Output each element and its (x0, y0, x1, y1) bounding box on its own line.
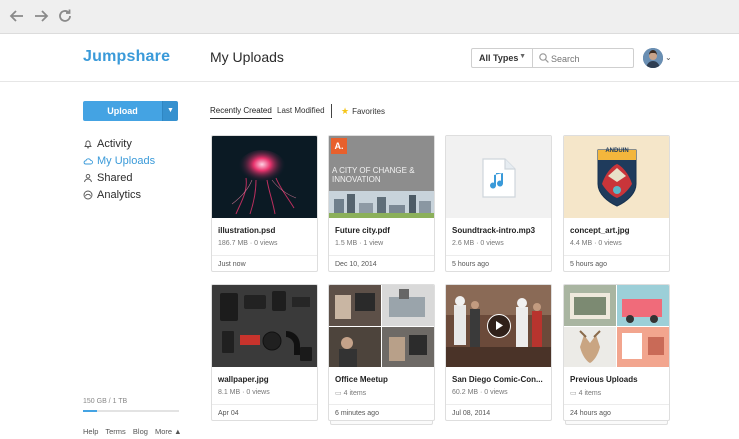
sidebar-item-label: Activity (97, 138, 132, 150)
upload-options-button[interactable]: ▼ (162, 101, 178, 121)
thumbnail-badge: A. (331, 138, 347, 154)
folder-meta: ▭ 4 items (570, 389, 601, 397)
search-input[interactable] (551, 52, 631, 65)
folder-thumbnail (329, 285, 434, 367)
folder-item-count: 4 items (578, 390, 602, 397)
more-link[interactable]: More ▲ (155, 427, 182, 436)
tab-divider (331, 104, 332, 118)
upload-button[interactable]: Upload (83, 101, 162, 121)
file-meta: 186.7 MB · 0 views (218, 240, 278, 247)
file-thumbnail (446, 136, 551, 218)
thumbnail-text: A CITY OF CHANGE & INNOVATION (332, 166, 415, 184)
file-thumbnail (446, 285, 551, 367)
sidebar-item-label: My Uploads (97, 155, 156, 167)
page-title: My Uploads (210, 49, 284, 65)
folder-name: Office Meetup (335, 375, 388, 384)
tab-favorites-label: Favorites (352, 107, 385, 116)
help-link[interactable]: Help (83, 427, 98, 436)
blog-link[interactable]: Blog (133, 427, 148, 436)
folder-icon: ▭ (570, 390, 577, 397)
file-meta: 8.1 MB · 0 views (218, 389, 270, 396)
file-time: 24 hours ago (564, 404, 669, 420)
chevron-down-icon: ▼ (519, 53, 526, 60)
type-filter-label: All Types (479, 53, 519, 63)
badge-text: ANDUIN (605, 148, 629, 154)
chevron-down-icon[interactable]: ⌄ (665, 53, 672, 62)
app-logo[interactable]: Jumpshare (83, 48, 170, 66)
folder-thumbnail (564, 285, 669, 367)
arrow-right-icon[interactable] (32, 8, 50, 26)
folder-meta: ▭ 4 items (335, 389, 366, 397)
file-name: Future city.pdf (335, 226, 390, 235)
city-skyline (329, 191, 434, 218)
folder-card[interactable]: Previous Uploads ▭ 4 items 24 hours ago (563, 284, 670, 421)
footer-links: Help Terms Blog More ▲ (83, 427, 187, 436)
terms-link[interactable]: Terms (105, 427, 125, 436)
folder-stack-edge (565, 421, 668, 425)
browser-toolbar (0, 0, 739, 34)
file-card[interactable]: San Diego Comic-Con... 60.2 MB · 0 views… (445, 284, 552, 421)
storage-bar-fill (83, 410, 98, 412)
star-icon: ★ (341, 106, 350, 116)
sidebar-item-my-uploads[interactable]: My Uploads (83, 154, 155, 171)
search-icon (539, 53, 549, 63)
file-card[interactable]: A. A CITY OF CHANGE & INNOVATION Future … (328, 135, 435, 272)
folder-item-count: 4 items (343, 390, 367, 397)
file-thumbnail (212, 136, 317, 218)
badge-illustration (597, 149, 637, 207)
sidebar-item-shared[interactable]: Shared (83, 171, 155, 188)
file-thumbnail (212, 285, 317, 367)
folder-stack-edge (330, 421, 433, 425)
reload-icon[interactable] (56, 8, 74, 26)
file-name: wallpaper.jpg (218, 375, 269, 384)
tab-recently-created[interactable]: Recently Created (210, 106, 272, 119)
play-icon[interactable] (487, 314, 511, 338)
storage-usage-text: 150 GB / 1 TB (83, 398, 128, 405)
sidebar-nav: Activity My Uploads Shared Analytics (83, 137, 155, 205)
sidebar-item-activity[interactable]: Activity (83, 137, 155, 154)
file-time: 6 minutes ago (329, 404, 434, 420)
bell-icon (84, 140, 92, 149)
file-meta: 60.2 MB · 0 views (452, 389, 508, 396)
search-box[interactable] (532, 48, 634, 68)
file-meta: 4.4 MB · 0 views (570, 240, 622, 247)
file-name: San Diego Comic-Con... (452, 375, 543, 384)
folder-icon: ▭ (335, 390, 342, 397)
sidebar-item-label: Shared (97, 172, 133, 184)
tab-favorites[interactable]: ★ Favorites (341, 106, 385, 117)
file-thumbnail: A. A CITY OF CHANGE & INNOVATION (329, 136, 434, 218)
file-card[interactable]: ANDUIN concept_art.jpg 4.4 MB · 0 views … (563, 135, 670, 272)
file-time: Just now (212, 255, 317, 271)
file-card[interactable]: wallpaper.jpg 8.1 MB · 0 views Apr 04 (211, 284, 318, 421)
file-time: 5 hours ago (446, 255, 551, 271)
file-meta: 1.5 MB · 1 view (335, 240, 384, 247)
file-name: concept_art.jpg (570, 226, 630, 235)
avatar[interactable] (643, 48, 663, 68)
sidebar-item-analytics[interactable]: Analytics (83, 188, 155, 205)
music-file-icon (482, 158, 516, 198)
file-time: 5 hours ago (564, 255, 669, 271)
file-time: Dec 10, 2014 (329, 255, 434, 271)
users-icon (84, 173, 92, 183)
file-time: Jul 08, 2014 (446, 404, 551, 420)
storage-bar (83, 410, 179, 412)
file-meta: 2.6 MB · 0 views (452, 240, 504, 247)
folder-card[interactable]: Office Meetup ▭ 4 items 6 minutes ago (328, 284, 435, 421)
file-name: illustration.psd (218, 226, 276, 235)
type-filter-dropdown[interactable]: All Types ▼ (471, 48, 533, 68)
file-time: Apr 04 (212, 404, 317, 420)
arrow-left-icon[interactable] (8, 8, 26, 26)
gauge-icon (83, 190, 93, 200)
file-name: Soundtrack-intro.mp3 (452, 226, 536, 235)
file-card[interactable]: Soundtrack-intro.mp3 2.6 MB · 0 views 5 … (445, 135, 552, 272)
cloud-icon (83, 158, 93, 165)
file-thumbnail: ANDUIN (564, 136, 669, 218)
app-header: Jumpshare My Uploads All Types ▼ ⌄ (0, 34, 739, 82)
tab-last-modified[interactable]: Last Modified (277, 106, 325, 115)
sidebar-item-label: Analytics (97, 189, 142, 201)
folder-name: Previous Uploads (570, 375, 638, 384)
file-card[interactable]: illustration.psd 186.7 MB · 0 views Just… (211, 135, 318, 272)
